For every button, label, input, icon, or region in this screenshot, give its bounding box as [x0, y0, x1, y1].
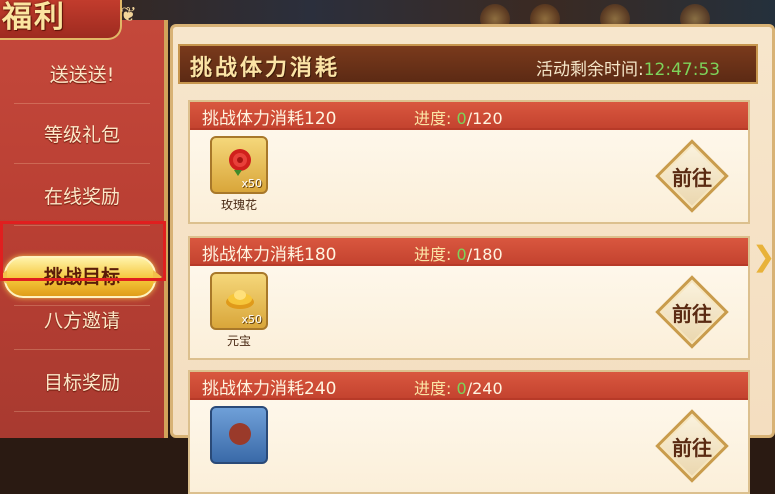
go-button-label: 前往: [672, 166, 712, 190]
sidebar-item-label: 等级礼包: [43, 123, 120, 146]
sidebar-item-level-gift[interactable]: 等级礼包: [0, 108, 164, 164]
progress-label: 进度:: [414, 109, 452, 128]
flourish-icon: ❦: [120, 2, 137, 26]
rose-icon: [229, 149, 251, 176]
card-title: 挑战体力消耗180: [202, 245, 337, 265]
progress-text: 进度: 0/180: [414, 241, 503, 265]
sidebar-item-goal-reward[interactable]: 目标奖励: [0, 356, 164, 412]
progress-text: 进度: 0/120: [414, 105, 503, 129]
progress-total: /180: [466, 245, 503, 264]
task-card: 挑战体力消耗120 进度: 0/120 x50 玫瑰花 前往: [188, 100, 750, 224]
header-title: 挑战体力消耗: [190, 56, 341, 81]
reward-quantity: x50: [241, 177, 262, 190]
go-button[interactable]: 前往: [655, 275, 729, 349]
progress-total: /120: [466, 109, 503, 128]
reward-item[interactable]: [210, 406, 268, 464]
go-button[interactable]: 前往: [655, 139, 729, 213]
progress-current: 0: [456, 245, 467, 264]
go-button[interactable]: 前往: [655, 409, 729, 483]
item-icon: [229, 423, 251, 445]
reward-name: 元宝: [226, 334, 251, 348]
progress-total: /240: [466, 379, 503, 398]
timer-value: 12:47:53: [643, 60, 721, 80]
progress-label: 进度:: [414, 245, 452, 264]
reward-name: 玫瑰花: [220, 198, 257, 212]
card-header: 挑战体力消耗240 进度: 0/240: [190, 372, 748, 400]
card-header: 挑战体力消耗180 进度: 0/180: [190, 238, 748, 266]
reward-item[interactable]: x50: [210, 272, 268, 330]
reward-item[interactable]: x50: [210, 136, 268, 194]
selection-highlight-box: [0, 221, 166, 281]
panel-title: 福利: [2, 0, 66, 35]
sidebar-item-label: 目标奖励: [43, 371, 120, 394]
progress-text: 进度: 0/240: [414, 375, 503, 399]
timer-label: 活动剩余时间:: [536, 60, 644, 80]
card-title: 挑战体力消耗240: [202, 379, 337, 399]
sidebar-item-giveaway[interactable]: 送送送!: [0, 48, 164, 104]
sidebar-item-label: 在线奖励: [43, 185, 120, 208]
sidebar-item-invite[interactable]: 八方邀请: [0, 294, 164, 350]
side-ornament-icon: ❯: [752, 240, 775, 273]
gold-ingot-icon: [226, 290, 254, 309]
progress-current: 0: [456, 109, 467, 128]
reward-quantity: x50: [241, 313, 262, 326]
go-button-label: 前往: [672, 302, 712, 326]
sidebar-item-label: 送送送!: [49, 63, 115, 86]
task-card: 挑战体力消耗180 进度: 0/180 x50 元宝 前往: [188, 236, 750, 360]
go-button-label: 前往: [672, 436, 712, 460]
progress-current: 0: [456, 379, 467, 398]
activity-timer: 活动剩余时间:12:47:53: [536, 55, 720, 80]
card-header: 挑战体力消耗120 进度: 0/120: [190, 102, 748, 130]
sidebar-item-label: 八方邀请: [43, 309, 120, 332]
card-title: 挑战体力消耗120: [202, 109, 337, 129]
progress-label: 进度:: [414, 379, 452, 398]
task-card: 挑战体力消耗240 进度: 0/240 前往: [188, 370, 750, 494]
sidebar-item-online-reward[interactable]: 在线奖励: [0, 170, 164, 226]
panel-title-tab: 福利: [0, 0, 122, 40]
